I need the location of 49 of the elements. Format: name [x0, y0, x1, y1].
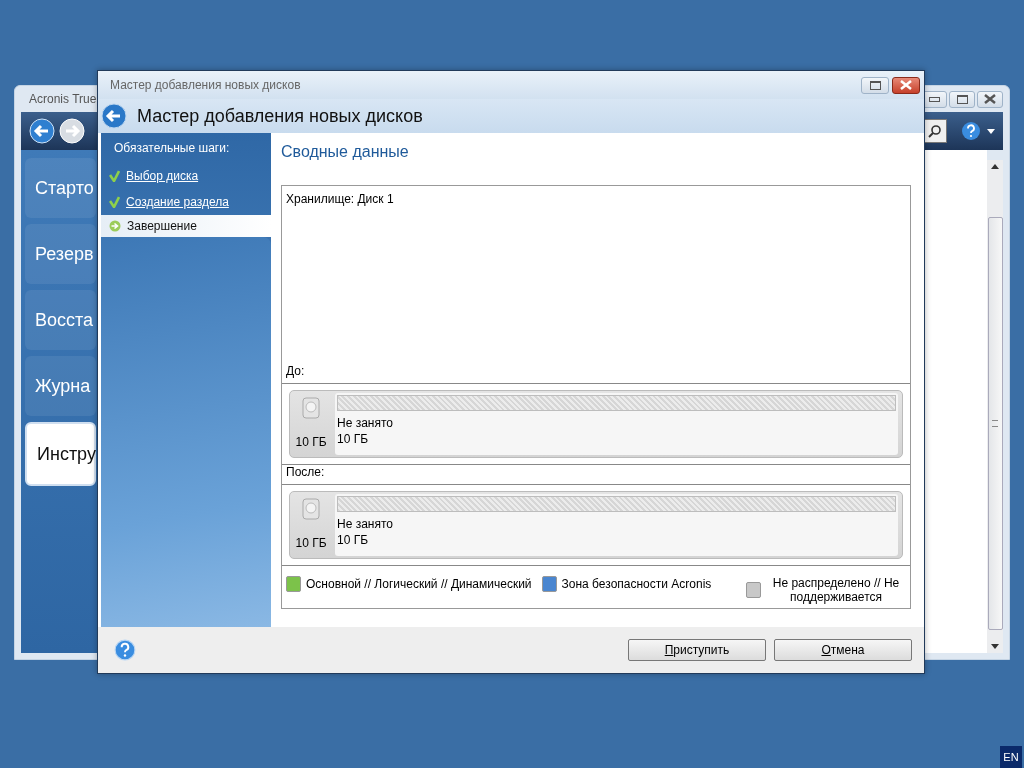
- legend-label: Зона безопасности Acronis: [561, 577, 712, 591]
- disk-caption: После:: [285, 465, 326, 481]
- steps-heading: Обязательные шаги:: [113, 141, 231, 157]
- storage-label: Хранилище: Диск 1: [285, 191, 395, 208]
- wizard-step[interactable]: Выбор диска: [101, 163, 271, 189]
- caret-icon[interactable]: [987, 128, 995, 134]
- wizard-step[interactable]: Создание раздела: [101, 189, 271, 215]
- sidebar-item[interactable]: Старто: [25, 158, 96, 218]
- maximize-button[interactable]: [949, 90, 975, 108]
- section-title: Сводные данные: [281, 143, 410, 162]
- disk-capacity: 10 ГБ: [295, 536, 327, 550]
- scroll-down-icon[interactable]: [991, 644, 999, 649]
- partition[interactable]: Не занято 10 ГБ: [335, 393, 898, 455]
- wizard-title: Мастер добавления новых дисков: [137, 105, 423, 127]
- sidebar-item[interactable]: Инстру: [25, 422, 96, 486]
- partition-size: 10 ГБ: [337, 431, 370, 447]
- language-indicator[interactable]: EN: [1000, 746, 1022, 768]
- maximize-button[interactable]: [861, 76, 889, 94]
- sidebar-item[interactable]: Журна: [25, 356, 96, 416]
- scrollbar[interactable]: [987, 160, 1003, 653]
- back-icon[interactable]: [29, 118, 55, 144]
- dialog-button[interactable]: Приступить: [628, 639, 766, 661]
- close-icon: [900, 80, 912, 90]
- partition[interactable]: Не занято 10 ГБ: [335, 494, 898, 556]
- check-icon: [109, 170, 120, 182]
- close-button[interactable]: [892, 76, 920, 94]
- dialog-button[interactable]: Отмена: [774, 639, 912, 661]
- window-title: Acronis True: [29, 92, 97, 106]
- close-button[interactable]: [977, 90, 1003, 108]
- partition-label: Не занято: [337, 415, 394, 431]
- disk-capacity: 10 ГБ: [295, 435, 327, 449]
- sidebar-item[interactable]: Восста: [25, 290, 96, 350]
- wizard-step[interactable]: Завершение: [101, 215, 271, 237]
- legend-label: Основной // Логический // Динамический: [306, 577, 532, 591]
- legend-label: Не распределено // Не поддерживается: [771, 576, 901, 604]
- scroll-thumb[interactable]: [987, 217, 1003, 630]
- forward-icon[interactable]: [59, 118, 85, 144]
- partition-label: Не занято: [337, 516, 394, 532]
- disk-caption: До:: [285, 364, 306, 380]
- arrow-icon: [109, 220, 121, 232]
- search-icon: [928, 124, 942, 138]
- help-icon[interactable]: [961, 121, 981, 141]
- close-icon: [984, 94, 996, 104]
- window-title: Мастер добавления новых дисков: [110, 78, 301, 92]
- scroll-up-icon[interactable]: [991, 164, 999, 169]
- partition-size: 10 ГБ: [337, 532, 370, 548]
- sidebar-item[interactable]: Резерв: [25, 224, 96, 284]
- check-icon: [109, 196, 120, 208]
- search-field[interactable]: [923, 119, 947, 143]
